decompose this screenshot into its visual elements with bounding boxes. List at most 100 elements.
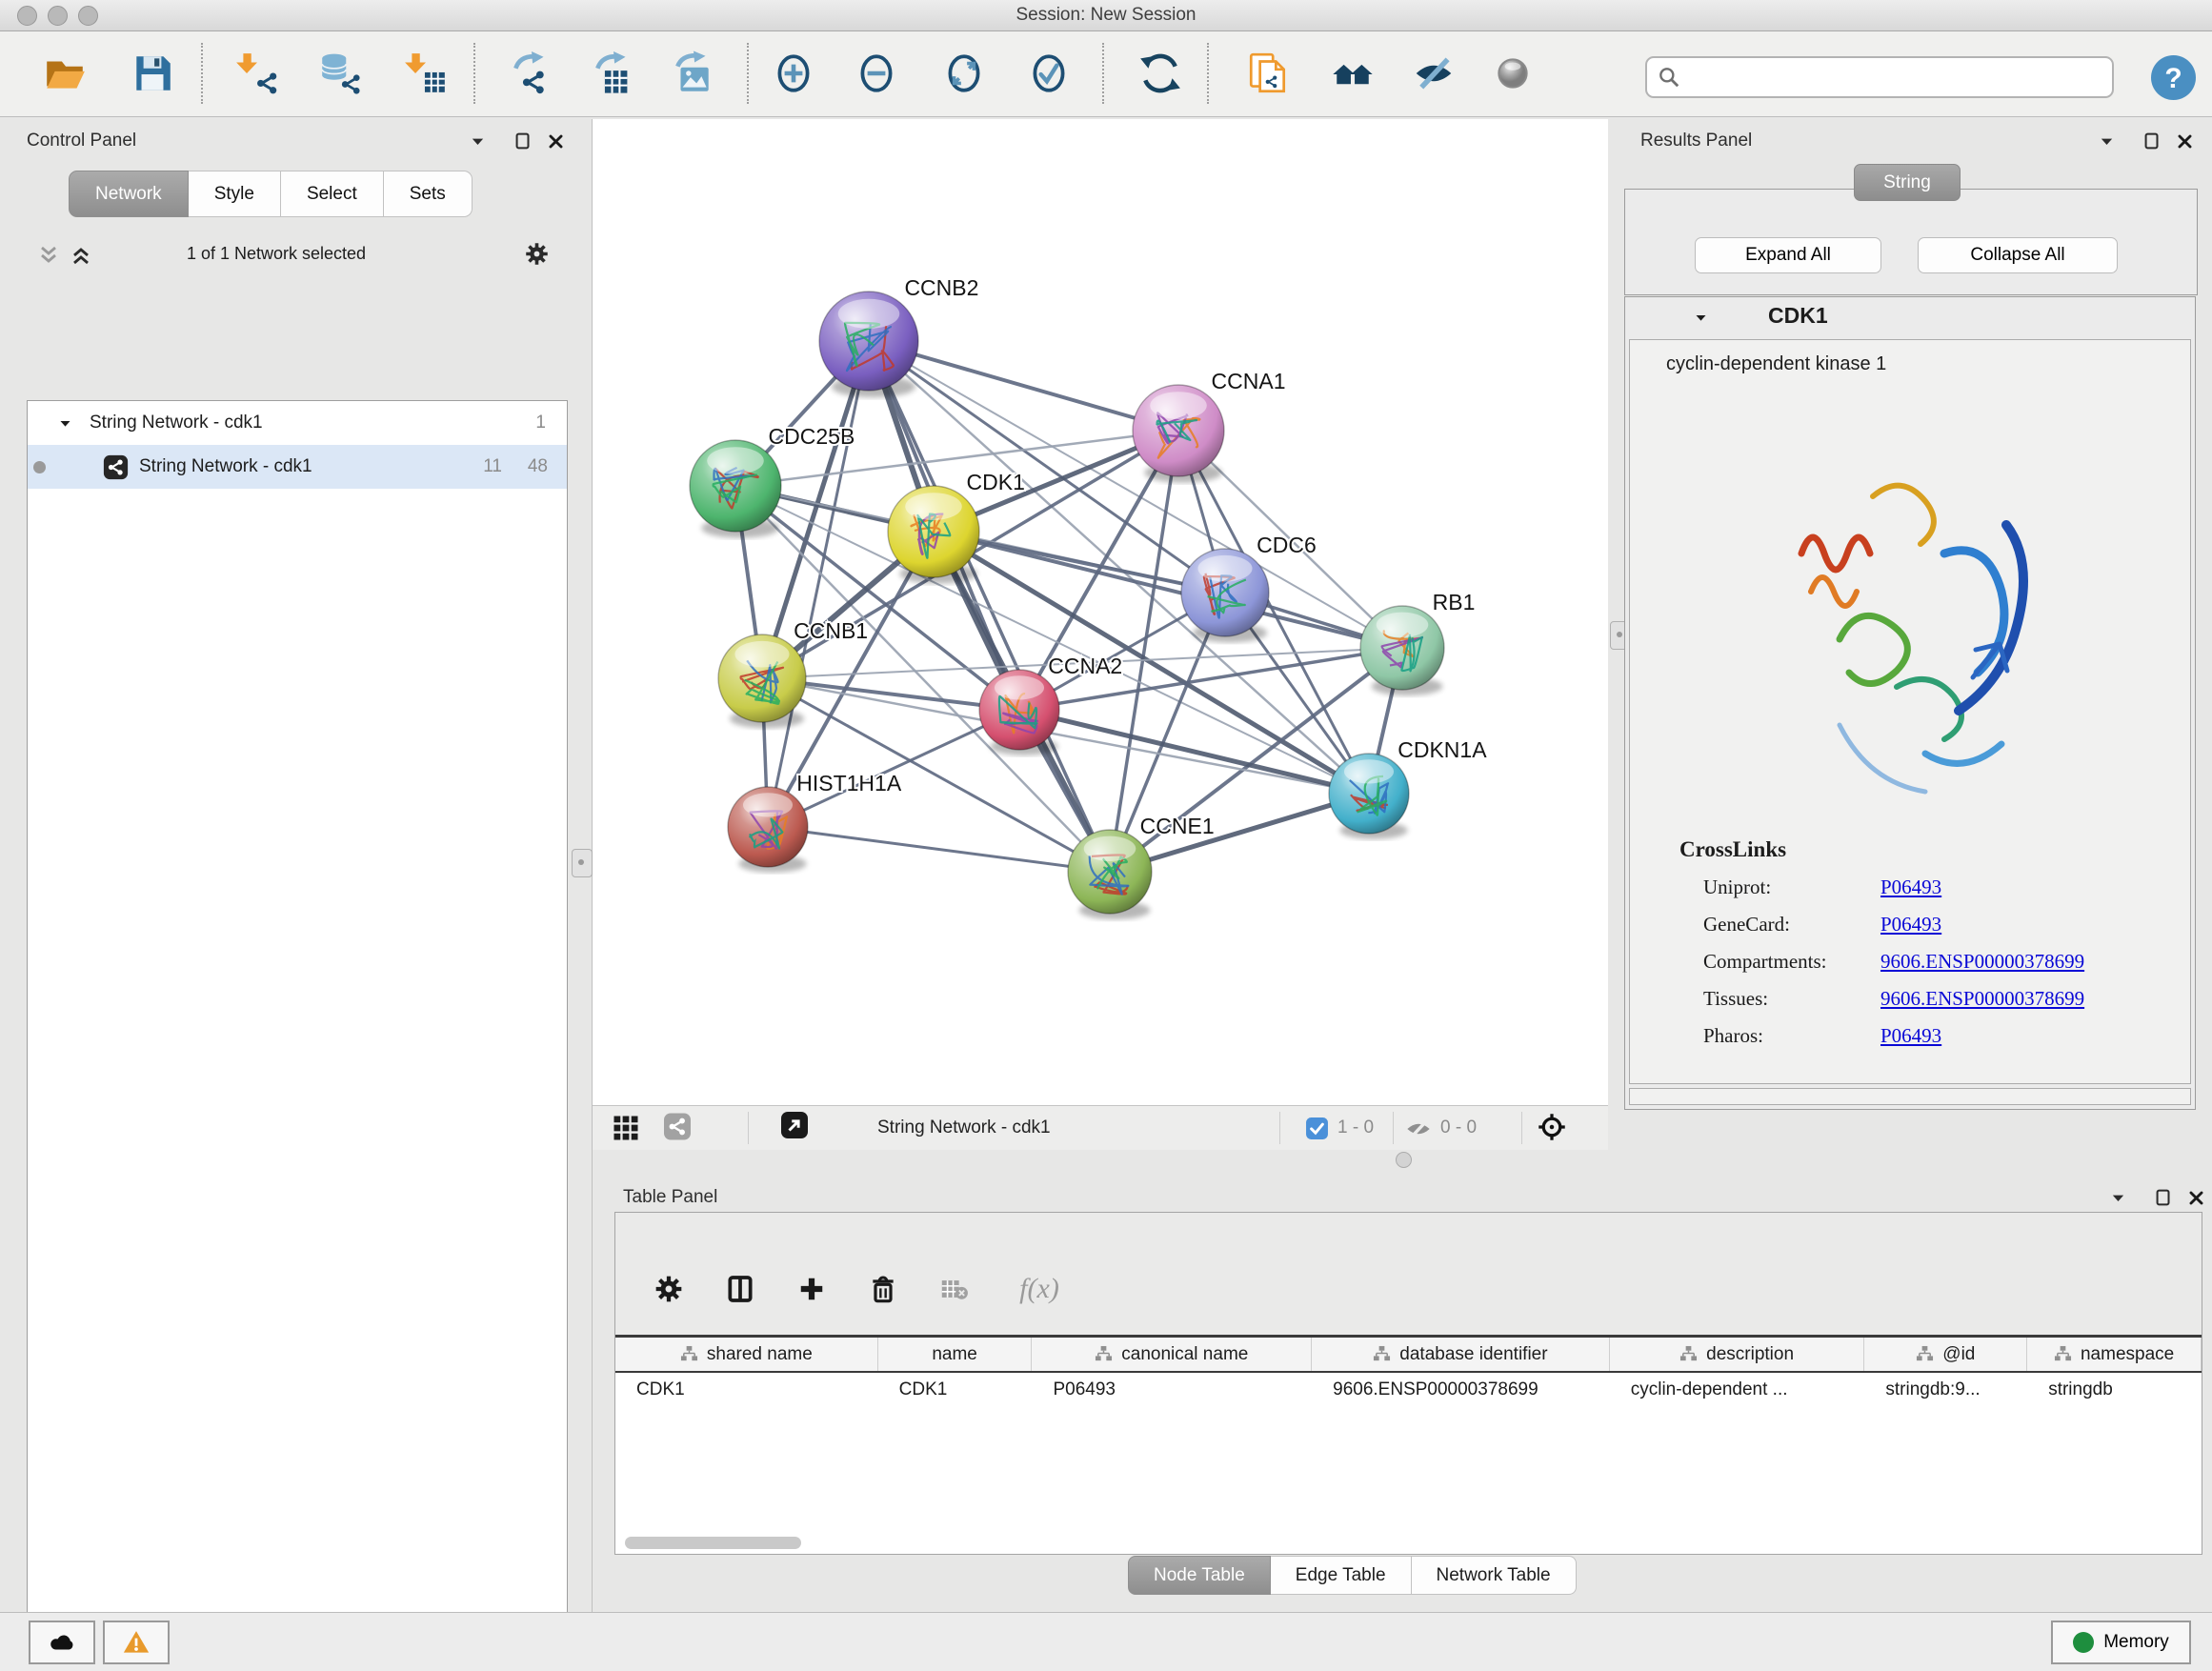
hidden-eye-slash-icon[interactable]: [1405, 1116, 1432, 1147]
table-options-gear-icon[interactable]: [642, 1266, 695, 1312]
network-options-gear-icon[interactable]: [522, 239, 551, 268]
expand-all-button[interactable]: Expand All: [1695, 237, 1881, 273]
zoom-fit-button[interactable]: [934, 40, 995, 107]
network-edge[interactable]: [768, 710, 1019, 827]
horizontal-splitter-dot[interactable]: [1396, 1152, 1412, 1168]
network-edge[interactable]: [869, 341, 1110, 872]
table-panel-close-button[interactable]: [2182, 1183, 2210, 1212]
results-panel-float-button[interactable]: [2138, 127, 2166, 155]
node-CDC6[interactable]: [1181, 549, 1269, 642]
node-CDK1[interactable]: [888, 486, 979, 584]
table-row[interactable]: CDK1CDK1P064939606.ENSP00000378699cyclin…: [615, 1373, 2202, 1407]
control-panel-menu-button[interactable]: [463, 127, 492, 155]
horizontal-scrollbar[interactable]: [625, 1537, 801, 1549]
export-image-button[interactable]: [662, 40, 723, 107]
table-cell[interactable]: stringdb:9...: [1864, 1379, 2027, 1400]
tab-style[interactable]: Style: [189, 171, 281, 217]
grid-view-icon[interactable]: [612, 1114, 640, 1142]
column-header-name[interactable]: name: [878, 1338, 1033, 1371]
import-table-file-button[interactable]: [395, 40, 456, 107]
table-cell[interactable]: CDK1: [878, 1379, 1033, 1400]
column-header-description[interactable]: description: [1610, 1338, 1865, 1371]
selected-checkbox-icon[interactable]: [1305, 1117, 1329, 1145]
results-panel-close-button[interactable]: [2170, 127, 2199, 155]
clone-network-button[interactable]: [1237, 40, 1298, 107]
delete-column-trash-icon[interactable]: [856, 1266, 910, 1312]
control-panel-float-button[interactable]: [509, 127, 537, 155]
string-home-button[interactable]: [1322, 40, 1383, 107]
network-edge[interactable]: [768, 827, 1110, 872]
warnings-button[interactable]: [103, 1621, 170, 1664]
search-input[interactable]: [1681, 67, 2112, 89]
save-session-button[interactable]: [122, 40, 183, 107]
tab-edge-table[interactable]: Edge Table: [1271, 1556, 1412, 1595]
column-header-shared-name[interactable]: shared name: [615, 1338, 878, 1371]
table-cell[interactable]: cyclin-dependent ...: [1610, 1379, 1865, 1400]
table-panel-menu-button[interactable]: [2103, 1183, 2132, 1212]
zoom-out-button[interactable]: [846, 40, 907, 107]
network-canvas[interactable]: CCNB2CCNA1CDC25BCDK1CDC6RB1CCNB1CCNA2CDK…: [593, 119, 1608, 1105]
birds-eye-view-icon[interactable]: [780, 1111, 809, 1139]
node-CCNE1[interactable]: [1068, 830, 1152, 919]
tab-string[interactable]: String: [1854, 164, 1961, 201]
apply-layout-button[interactable]: [1130, 40, 1191, 107]
tab-sets[interactable]: Sets: [384, 171, 473, 217]
node-CCNB1[interactable]: [718, 634, 806, 728]
collapse-all-button[interactable]: Collapse All: [1918, 237, 2118, 273]
show-columns-icon[interactable]: [714, 1266, 767, 1312]
node-CDKN1A[interactable]: [1329, 754, 1409, 839]
expand-all-networks-icon[interactable]: [34, 241, 63, 270]
left-splitter-handle[interactable]: [572, 849, 593, 877]
crosslink-link[interactable]: P06493: [1880, 876, 1941, 899]
collection-expander-icon[interactable]: [58, 416, 72, 431]
function-builder-icon[interactable]: f(x): [1006, 1266, 1073, 1312]
network-edge[interactable]: [934, 532, 1402, 648]
import-network-file-button[interactable]: [227, 40, 288, 107]
results-panel-menu-button[interactable]: [2092, 127, 2121, 155]
column-header-database-identifier[interactable]: database identifier: [1312, 1338, 1610, 1371]
memory-button[interactable]: Memory: [2051, 1621, 2191, 1664]
network-edge[interactable]: [768, 341, 869, 827]
gene-expander-icon[interactable]: [1694, 311, 1708, 325]
network-row[interactable]: String Network - cdk1 11 48: [28, 445, 567, 489]
tab-node-table[interactable]: Node Table: [1128, 1556, 1271, 1595]
node-CCNA1[interactable]: [1133, 385, 1224, 483]
column-header-canonical-name[interactable]: canonical name: [1032, 1338, 1312, 1371]
table-cell[interactable]: P06493: [1032, 1379, 1312, 1400]
column-header-namespace[interactable]: namespace: [2027, 1338, 2202, 1371]
zoom-selected-button[interactable]: [1018, 40, 1079, 107]
node-RB1[interactable]: [1360, 606, 1444, 695]
import-network-database-button[interactable]: [310, 40, 371, 107]
node-CDC25B[interactable]: [690, 440, 781, 538]
reset-view-crosshair-icon[interactable]: [1538, 1113, 1566, 1141]
network-share-icon[interactable]: [663, 1112, 692, 1140]
table-cell[interactable]: 9606.ENSP00000378699: [1312, 1379, 1610, 1400]
node-HIST1H1A[interactable]: [728, 787, 808, 873]
hide-structure-images-button[interactable]: [1403, 40, 1464, 107]
tab-network-table[interactable]: Network Table: [1412, 1556, 1577, 1595]
tab-select[interactable]: Select: [281, 171, 384, 217]
network-collection-row[interactable]: String Network - cdk1 1: [28, 401, 567, 445]
node-CCNB2[interactable]: [819, 292, 918, 397]
crosslink-link[interactable]: 9606.ENSP00000378699: [1880, 987, 2084, 1011]
zoom-in-button[interactable]: [763, 40, 824, 107]
collapse-all-networks-icon[interactable]: [67, 241, 95, 270]
open-session-button[interactable]: [34, 40, 95, 107]
crosslink-link[interactable]: P06493: [1880, 1024, 1941, 1048]
control-panel-close-button[interactable]: [541, 127, 570, 155]
table-panel-float-button[interactable]: [2149, 1183, 2178, 1212]
table-cell[interactable]: CDK1: [615, 1379, 878, 1400]
export-network-button[interactable]: [500, 40, 561, 107]
delete-table-icon[interactable]: [928, 1266, 981, 1312]
node-CCNA2[interactable]: [979, 670, 1059, 755]
export-table-button[interactable]: [582, 40, 643, 107]
crosslink-link[interactable]: 9606.ENSP00000378699: [1880, 950, 2084, 974]
tab-network[interactable]: Network: [69, 171, 189, 217]
glass-ball-effect-button[interactable]: [1482, 40, 1543, 107]
crosslink-link[interactable]: P06493: [1880, 913, 1941, 936]
table-cell[interactable]: stringdb: [2027, 1379, 2202, 1400]
create-column-icon[interactable]: [785, 1266, 838, 1312]
network-graph[interactable]: CCNB2CCNA1CDC25BCDK1CDC6RB1CCNB1CCNA2CDK…: [593, 119, 1608, 1105]
column-header-@id[interactable]: @id: [1864, 1338, 2027, 1371]
cloud-button[interactable]: [29, 1621, 95, 1664]
